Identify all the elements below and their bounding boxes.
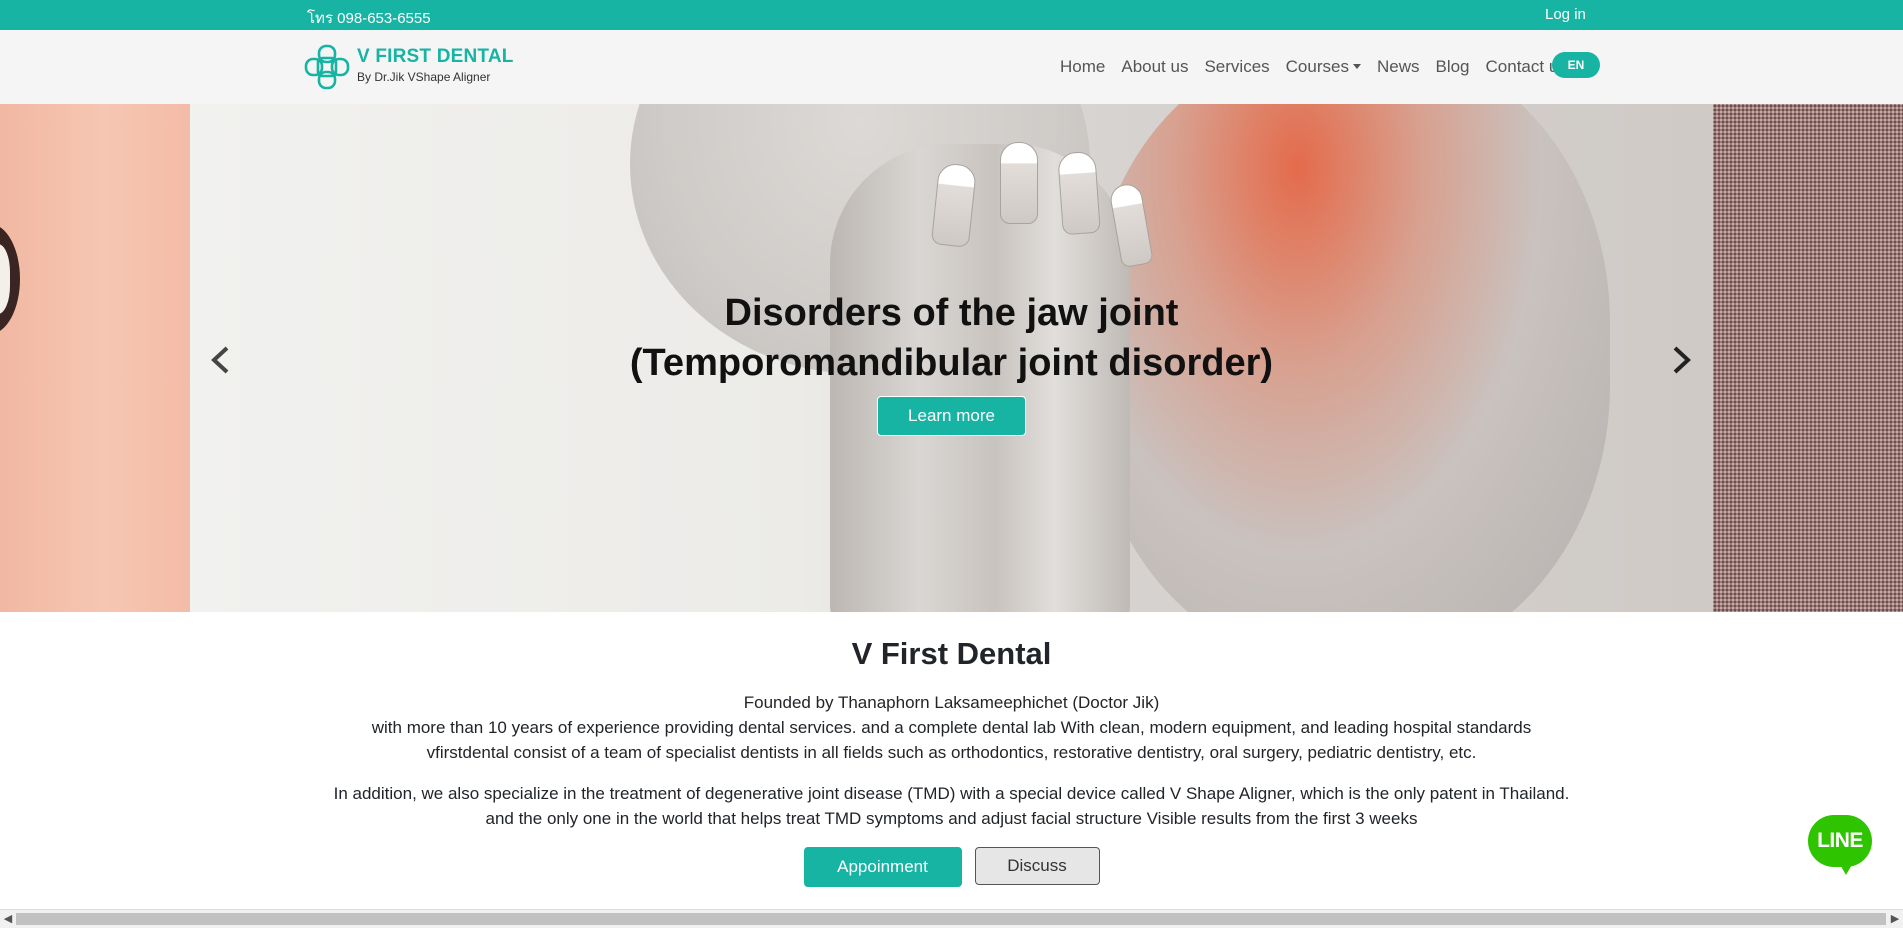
next-slide-preview — [1713, 104, 1903, 612]
hero-title-line2: (Temporomandibular joint disorder) — [629, 342, 1274, 384]
tooth-logo-icon — [304, 44, 350, 90]
about-actions: Appoinment Discuss — [0, 847, 1903, 887]
nav-services[interactable]: Services — [1204, 57, 1269, 77]
about-paragraph-2: In addition, we also specialize in the t… — [0, 781, 1903, 831]
hero-carousel: Disorders of the jaw joint (Temporomandi… — [0, 104, 1903, 612]
about-line: with more than 10 years of experience pr… — [371, 718, 1532, 737]
brand-tagline: By Dr.Jik VShape Aligner — [357, 70, 491, 84]
nav-home[interactable]: Home — [1060, 57, 1105, 77]
nav-about[interactable]: About us — [1121, 57, 1188, 77]
about-title: V First Dental — [851, 636, 1052, 671]
line-chat-button[interactable]: LINE — [1808, 815, 1874, 877]
top-bar: โทร 098-653-6555 Log in — [0, 0, 1903, 30]
nav-courses-label: Courses — [1285, 57, 1349, 76]
fingernail-shape — [1057, 150, 1101, 236]
main-nav: Home About us Services Courses News Blog… — [1060, 30, 1583, 104]
nav-courses-dropdown[interactable]: Courses — [1286, 57, 1361, 77]
language-switch[interactable]: EN — [1552, 52, 1600, 78]
hero-caption: Disorders of the jaw joint (Temporomandi… — [190, 288, 1713, 436]
previous-slide-preview — [0, 104, 190, 612]
discuss-button[interactable]: Discuss — [974, 847, 1100, 885]
line-chat-icon: LINE — [1808, 815, 1872, 867]
scrollbar-thumb[interactable] — [16, 913, 1886, 925]
scroll-left-icon[interactable]: ◀ — [1, 912, 15, 926]
about-line: and the only one in the world that helps… — [485, 809, 1418, 828]
fingernail-shape — [1000, 142, 1038, 224]
about-line: vfirstdental consist of a team of specia… — [426, 743, 1477, 762]
caret-down-icon — [1352, 64, 1361, 69]
about-line: Founded by Thanaphorn Laksameephichet (D… — [743, 693, 1160, 712]
navbar: V FIRST DENTAL By Dr.Jik VShape Aligner … — [0, 30, 1903, 104]
about-section: V First Dental Founded by Thanaphorn Lak… — [0, 612, 1903, 887]
brand-logo[interactable]: V FIRST DENTAL By Dr.Jik VShape Aligner — [304, 44, 534, 90]
horizontal-scrollbar[interactable]: ◀ ▶ — [0, 909, 1903, 928]
hero-title-line1: Disorders of the jaw joint — [724, 292, 1179, 334]
scroll-right-icon[interactable]: ▶ — [1888, 912, 1902, 926]
about-line: In addition, we also specialize in the t… — [333, 784, 1570, 803]
nav-blog[interactable]: Blog — [1435, 57, 1469, 77]
phone-number[interactable]: โทร 098-653-6555 — [307, 6, 431, 30]
login-link[interactable]: Log in — [1545, 6, 1586, 23]
line-chat-tail — [1838, 861, 1854, 875]
about-paragraph-1: Founded by Thanaphorn Laksameephichet (D… — [0, 690, 1903, 765]
learn-more-button[interactable]: Learn more — [877, 396, 1026, 436]
nav-news[interactable]: News — [1377, 57, 1420, 77]
brand-name: V FIRST DENTAL — [357, 46, 514, 67]
appointment-button[interactable]: Appoinment — [803, 847, 962, 887]
